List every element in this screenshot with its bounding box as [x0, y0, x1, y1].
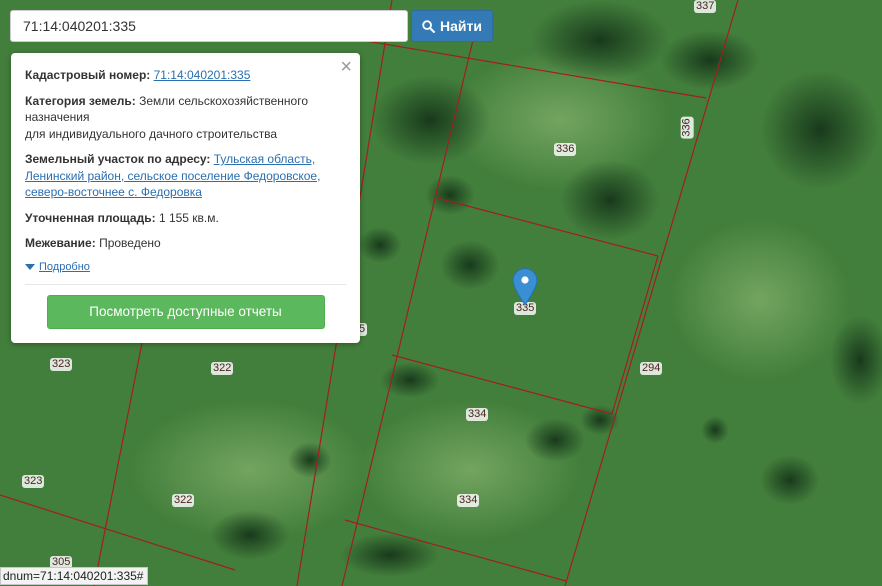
cadastral-number-row: Кадастровый номер: 71:14:040201:335 [25, 67, 346, 84]
area-label: Уточненная площадь: [25, 210, 156, 225]
parcel-label[interactable]: 322 [172, 494, 195, 507]
parcel-label[interactable]: 336 [554, 143, 577, 156]
address-link[interactable]: Тульская область, [214, 152, 315, 166]
parcel-label[interactable]: 294 [640, 362, 663, 375]
address-link[interactable]: северо-восточнее с. Федоровка [25, 185, 202, 199]
area-row: Уточненная площадь: 1 155 кв.м. [25, 210, 346, 227]
parcel-label[interactable]: 337 [694, 0, 717, 13]
divider [25, 283, 346, 285]
parcel-label[interactable]: 323 [22, 475, 45, 488]
land-category-label: Категория земель: [25, 93, 136, 108]
search-button[interactable]: Найти [411, 10, 493, 42]
land-category-value: назначения [25, 110, 90, 124]
parcel-label[interactable]: 322 [211, 362, 234, 375]
caret-down-icon [25, 263, 35, 270]
address-row: Земельный участок по адресу: Тульская об… [25, 151, 346, 201]
survey-row: Межевание: Проведено [25, 235, 346, 252]
cadastral-number-link[interactable]: 71:14:040201:335 [154, 68, 251, 82]
map-marker-icon[interactable] [512, 268, 538, 311]
search-input[interactable] [10, 10, 408, 42]
land-category-row: Категория земель: Земли сельскохозяйстве… [25, 93, 346, 143]
land-category-value: Земли сельскохозяйственного [139, 93, 309, 108]
parcel-label[interactable]: 336 [680, 116, 694, 139]
address-link[interactable]: Ленинский район, сельское поселение Федо… [25, 169, 320, 183]
close-icon[interactable]: × [340, 57, 352, 77]
view-reports-button[interactable]: Посмотреть доступные отчеты [46, 294, 325, 329]
land-use-value: для индивидуального дачного строительств… [25, 126, 278, 141]
address-label: Земельный участок по адресу: [25, 152, 211, 166]
parcel-info-popup: × Кадастровый номер: 71:14:040201:335 Ка… [11, 53, 360, 343]
details-link[interactable]: Подробно [39, 261, 90, 273]
parcel-label[interactable]: 334 [466, 408, 489, 421]
area-value: 1 155 кв.м. [158, 210, 219, 225]
survey-value: Проведено [99, 236, 161, 250]
parcel-label[interactable]: 334 [457, 494, 480, 507]
parcel-label[interactable]: 323 [50, 358, 73, 371]
search-button-label: Найти [440, 18, 482, 34]
cadastral-number-label: Кадастровый номер: [25, 68, 151, 82]
status-bar-url: dnum=71:14:040201:335# [0, 567, 149, 585]
survey-label: Межевание: [25, 236, 96, 250]
details-toggle[interactable]: Подробно [25, 261, 346, 273]
search-icon [422, 19, 435, 33]
